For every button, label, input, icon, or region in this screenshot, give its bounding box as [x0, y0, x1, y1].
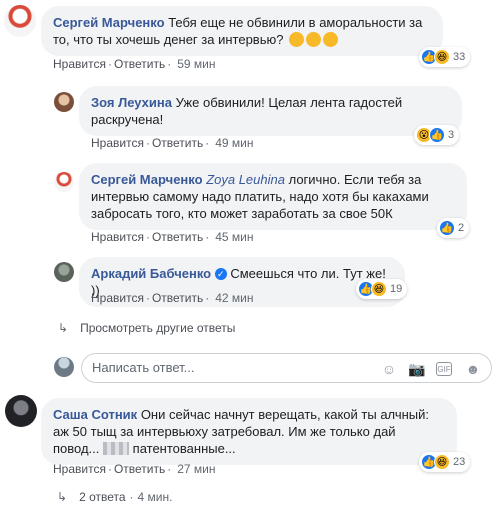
reaction-summary[interactable]: 👍 😆 19 — [356, 279, 408, 299]
like-link[interactable]: Нравится — [91, 136, 144, 150]
gif-icon[interactable]: GIF — [436, 362, 452, 376]
comment-author[interactable]: Саша Сотник — [53, 407, 137, 422]
reply-actions: Нравится · Ответить · 45 мин — [91, 230, 254, 244]
timestamp[interactable]: 27 мин — [177, 462, 215, 476]
replies-count[interactable]: 2 ответа — [79, 490, 125, 504]
timestamp[interactable]: 59 мин — [177, 57, 215, 71]
reply-input[interactable] — [92, 360, 352, 375]
like-link[interactable]: Нравится — [91, 291, 144, 305]
avatar-current-user — [54, 357, 74, 377]
reply-link[interactable]: Ответить — [152, 230, 203, 244]
reaction-summary[interactable]: 👍 😆 23 — [419, 452, 471, 472]
view-more-replies[interactable]: ↳ Просмотреть другие ответы — [58, 321, 235, 335]
emoji-picker-icon[interactable]: ☺ — [380, 360, 398, 378]
replies-time: 4 мин. — [137, 490, 173, 504]
timestamp[interactable]: 49 мин — [215, 136, 253, 150]
reaction-count: 23 — [453, 456, 466, 468]
comment-text-tail: патентованные... — [132, 441, 236, 456]
laughing-emoji-icon — [287, 32, 339, 47]
like-link[interactable]: Нравится — [53, 462, 106, 476]
reply-bubble: Сергей Марченко Zoya Leuhina логично. Ес… — [79, 163, 467, 230]
haha-reaction-icon: 😆 — [371, 281, 387, 297]
sticker-icon[interactable]: ☻ — [464, 360, 482, 378]
like-reaction-icon: 👍 — [429, 127, 445, 143]
comment-actions: Нравится · Ответить · 59 мин — [53, 57, 216, 71]
timestamp[interactable]: 45 мин — [215, 230, 253, 244]
comment-author[interactable]: Сергей Марченко — [53, 15, 165, 30]
avatar-sergey[interactable] — [4, 5, 36, 37]
reply-author[interactable]: Аркадий Бабченко — [91, 266, 211, 281]
haha-reaction-icon: 😆 — [434, 454, 450, 470]
reply-bubble: Зоя Леухина Уже обвинили! Целая лента га… — [79, 86, 462, 136]
reaction-count: 19 — [390, 283, 403, 295]
avatar-sasha[interactable] — [5, 395, 37, 427]
reply-link[interactable]: Ответить — [114, 57, 165, 71]
avatar-arkady[interactable] — [54, 262, 74, 282]
comment-bubble: Сергей Марченко Тебя еще не обвинили в а… — [41, 6, 443, 56]
reaction-summary[interactable]: 👍 2 — [437, 218, 470, 238]
reaction-summary[interactable]: 😮 👍 3 — [414, 125, 460, 145]
verified-badge-icon: ✓ — [214, 268, 227, 280]
avatar-sergey-small[interactable] — [54, 172, 74, 192]
comment-actions: Нравится · Ответить · 27 мин — [53, 462, 216, 476]
reaction-count: 33 — [453, 51, 466, 63]
reply-actions: Нравится · Ответить · 42 мин — [91, 291, 254, 305]
haha-reaction-icon: 😆 — [434, 49, 450, 65]
reply-input-box: ☺ 📷 GIF ☻ — [81, 353, 492, 383]
mention-link[interactable]: Zoya Leuhina — [206, 172, 285, 187]
reaction-summary[interactable]: 👍 😆 33 — [419, 47, 471, 67]
replies-summary[interactable]: ↳ 2 ответа · 4 мин. — [57, 490, 172, 504]
reaction-count: 3 — [448, 129, 455, 141]
like-link[interactable]: Нравится — [53, 57, 106, 71]
reply-link[interactable]: Ответить — [152, 291, 203, 305]
view-more-replies-label[interactable]: Просмотреть другие ответы — [80, 321, 235, 335]
reply-link[interactable]: Ответить — [152, 136, 203, 150]
like-reaction-icon: 👍 — [439, 220, 455, 236]
reply-link[interactable]: Ответить — [114, 462, 165, 476]
blurred-content — [103, 442, 130, 455]
reply-author[interactable]: Зоя Леухина — [91, 95, 172, 110]
reaction-count: 2 — [458, 222, 465, 234]
like-link[interactable]: Нравится — [91, 230, 144, 244]
camera-icon[interactable]: 📷 — [408, 360, 426, 378]
reply-actions: Нравится · Ответить · 49 мин — [91, 136, 254, 150]
timestamp[interactable]: 42 мин — [215, 291, 253, 305]
avatar-zoya[interactable] — [54, 92, 74, 112]
comment-bubble: Саша Сотник Они сейчас начнут верещать, … — [41, 398, 457, 465]
reply-author[interactable]: Сергей Марченко — [91, 172, 203, 187]
reply-arrow-icon: ↳ — [58, 321, 69, 335]
reply-arrow-icon: ↳ — [57, 490, 68, 504]
